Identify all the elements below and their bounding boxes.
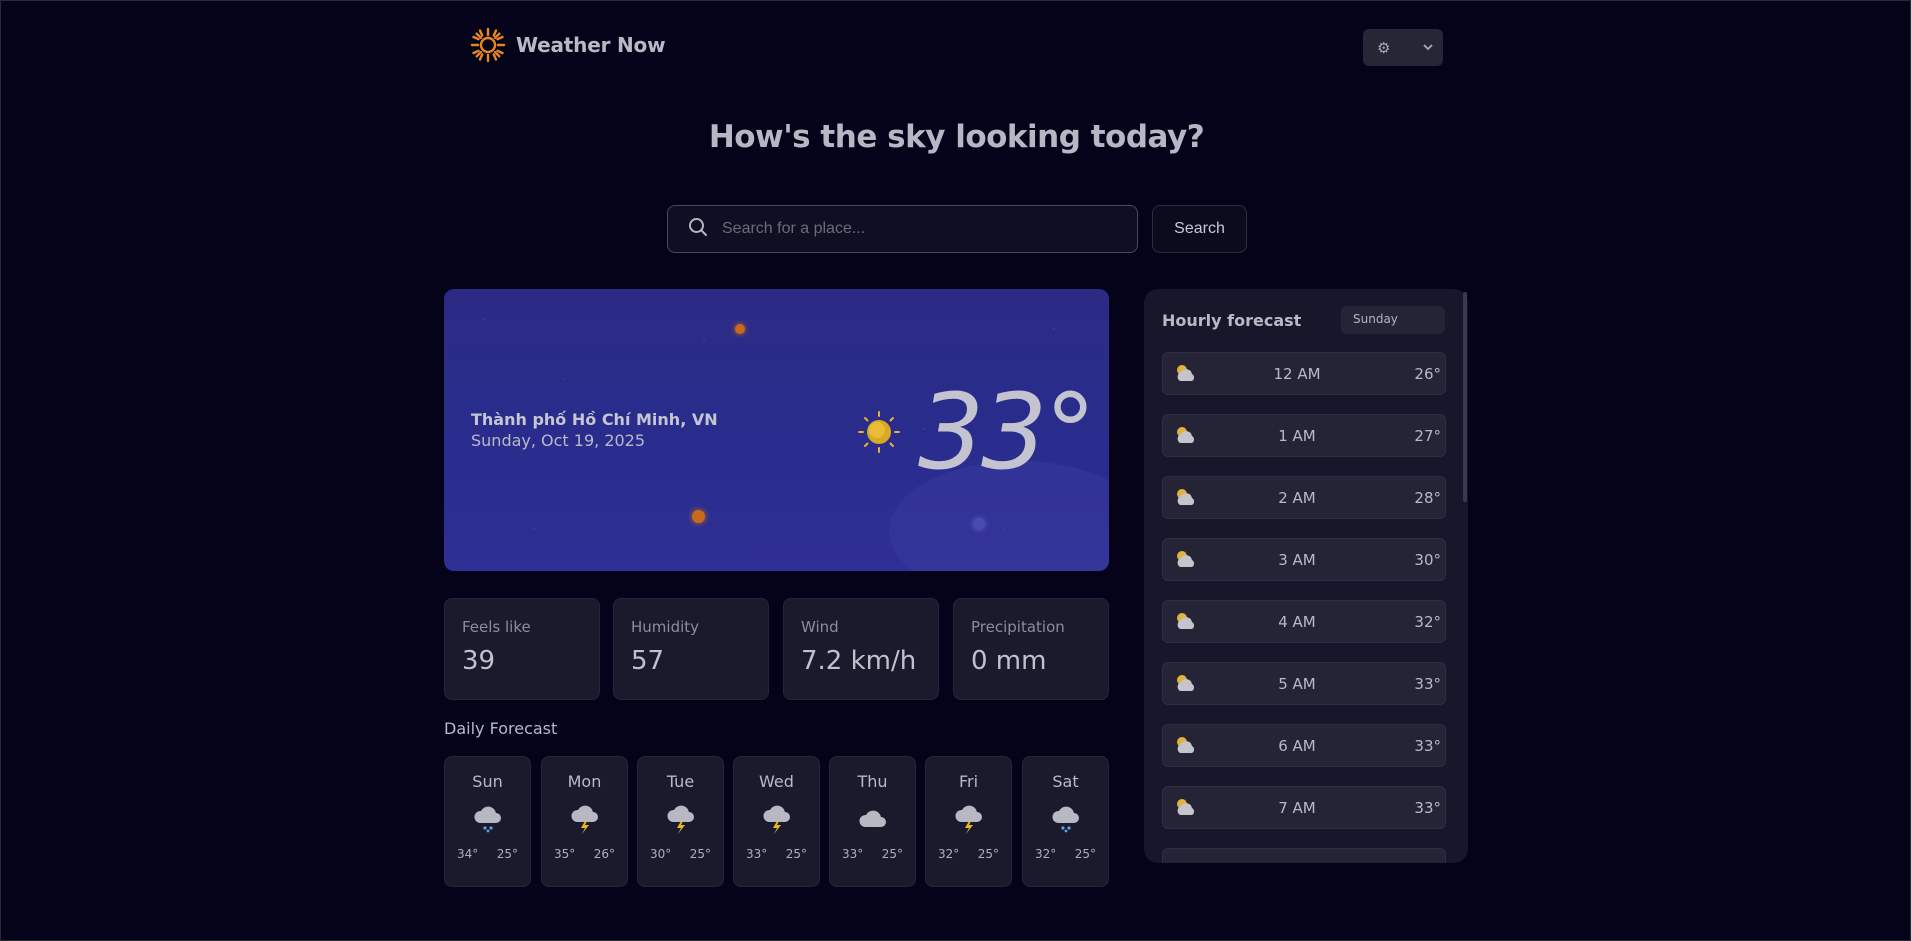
current-date: Sunday, Oct 19, 2025 bbox=[471, 431, 646, 450]
hourly-row-partial bbox=[1162, 848, 1446, 863]
day-name: Tue bbox=[666, 772, 695, 791]
day-low: 25° bbox=[881, 847, 903, 861]
metric-precipitation: Precipitation 0 mm bbox=[953, 598, 1109, 700]
hour-temp: 26° bbox=[1414, 365, 1441, 383]
metric-label: Wind bbox=[801, 618, 839, 636]
decorative-orb bbox=[735, 324, 745, 334]
day-low: 26° bbox=[593, 847, 615, 861]
location-name: Thành phố Hồ Chí Minh, VN bbox=[471, 410, 718, 429]
hour-time: 4 AM bbox=[1278, 613, 1316, 631]
day-high: 34° bbox=[457, 847, 479, 861]
hour-temp: 33° bbox=[1414, 675, 1441, 693]
day-low: 25° bbox=[689, 847, 711, 861]
cloud-icon bbox=[830, 799, 915, 839]
day-name: Sat bbox=[1052, 772, 1079, 791]
search-input[interactable] bbox=[722, 220, 1102, 238]
hour-temp: 30° bbox=[1414, 551, 1441, 569]
logo[interactable]: Weather Now bbox=[470, 27, 666, 63]
hourly-row: 3 AM 30° bbox=[1162, 538, 1446, 581]
hourly-row: 2 AM 28° bbox=[1162, 476, 1446, 519]
day-high: 33° bbox=[746, 847, 768, 861]
day-low: 25° bbox=[1074, 847, 1096, 861]
day-card-tue: Tue 30° 25° bbox=[637, 756, 724, 887]
hour-time: 7 AM bbox=[1278, 799, 1316, 817]
day-name: Sun bbox=[472, 772, 503, 791]
search-button[interactable]: Search bbox=[1152, 205, 1247, 253]
metric-label: Humidity bbox=[631, 618, 700, 636]
day-name: Wed bbox=[759, 772, 794, 791]
app-root: Weather Now ⚙ How's the sky looking toda… bbox=[1, 1, 1911, 941]
metric-value: 7.2 km/h bbox=[801, 646, 917, 676]
current-weather-card: Thành phố Hồ Chí Minh, VN Sunday, Oct 19… bbox=[444, 289, 1109, 571]
hour-temp: 32° bbox=[1414, 613, 1441, 631]
metric-humidity: Humidity 57 bbox=[613, 598, 769, 700]
hour-temp: 33° bbox=[1414, 737, 1441, 755]
hourly-row: 5 AM 33° bbox=[1162, 662, 1446, 705]
search-field[interactable] bbox=[667, 205, 1138, 253]
sun-logo-icon bbox=[470, 27, 506, 63]
hour-time: 5 AM bbox=[1278, 675, 1316, 693]
hour-time: 6 AM bbox=[1278, 737, 1316, 755]
hour-time: 1 AM bbox=[1278, 427, 1316, 445]
hourly-forecast-title: Hourly forecast bbox=[1162, 311, 1302, 330]
day-name: Mon bbox=[567, 772, 602, 791]
day-high: 35° bbox=[554, 847, 576, 861]
hour-time: 12 AM bbox=[1273, 365, 1321, 383]
hourly-row: 6 AM 33° bbox=[1162, 724, 1446, 767]
day-name: Thu bbox=[857, 772, 888, 791]
metric-label: Precipitation bbox=[971, 618, 1065, 636]
metric-value: 39 bbox=[462, 646, 496, 676]
day-high: 30° bbox=[650, 847, 672, 861]
hourly-row: 1 AM 27° bbox=[1162, 414, 1446, 457]
hourly-row: 4 AM 32° bbox=[1162, 600, 1446, 643]
day-card-mon: Mon 35° 26° bbox=[541, 756, 628, 887]
metric-value: 57 bbox=[631, 646, 665, 676]
gear-icon: ⚙ bbox=[1377, 38, 1391, 57]
day-card-wed: Wed 33° 25° bbox=[733, 756, 820, 887]
day-card-fri: Fri 32° 25° bbox=[925, 756, 1012, 887]
hour-temp: 27° bbox=[1414, 427, 1441, 445]
daily-forecast-title: Daily Forecast bbox=[444, 719, 558, 738]
page-title: How's the sky looking today? bbox=[708, 119, 1205, 155]
metric-label: Feels like bbox=[462, 618, 531, 636]
day-high: 32° bbox=[938, 847, 960, 861]
storm-icon bbox=[926, 799, 1011, 839]
hourly-scrollbar[interactable] bbox=[1463, 292, 1467, 502]
decorative-orb bbox=[973, 518, 985, 530]
hour-temp: 33° bbox=[1414, 799, 1441, 817]
units-dropdown[interactable]: ⚙ bbox=[1363, 29, 1443, 66]
sun-icon bbox=[857, 410, 901, 454]
snow-cloud-icon bbox=[445, 799, 530, 839]
hourly-row: 7 AM 33° bbox=[1162, 786, 1446, 829]
day-name: Fri bbox=[958, 772, 979, 791]
chevron-down-icon bbox=[1423, 41, 1433, 54]
app-title: Weather Now bbox=[516, 33, 666, 57]
metric-value: 0 mm bbox=[971, 646, 1047, 676]
hour-temp: 28° bbox=[1414, 489, 1441, 507]
decorative-orb bbox=[692, 510, 705, 523]
day-card-sat: Sat 32° 25° bbox=[1022, 756, 1109, 887]
day-high: 32° bbox=[1035, 847, 1057, 861]
metric-feels-like: Feels like 39 bbox=[444, 598, 600, 700]
hourly-forecast-panel[interactable]: Hourly forecast Sunday 12 AM 26° 1 AM 27… bbox=[1144, 289, 1468, 863]
day-high: 33° bbox=[842, 847, 864, 861]
day-card-thu: Thu 33° 25° bbox=[829, 756, 916, 887]
day-select-dropdown[interactable]: Sunday bbox=[1341, 306, 1445, 334]
day-low: 25° bbox=[496, 847, 518, 861]
snow-cloud-icon bbox=[1023, 799, 1108, 839]
day-low: 25° bbox=[785, 847, 807, 861]
day-card-sun: Sun 34° 25° bbox=[444, 756, 531, 887]
hour-time: 2 AM bbox=[1278, 489, 1316, 507]
storm-icon bbox=[542, 799, 627, 839]
metric-wind: Wind 7.2 km/h bbox=[783, 598, 939, 700]
storm-icon bbox=[638, 799, 723, 839]
current-temperature: 33° bbox=[918, 371, 1096, 493]
storm-icon bbox=[734, 799, 819, 839]
hour-time: 3 AM bbox=[1278, 551, 1316, 569]
day-low: 25° bbox=[977, 847, 999, 861]
search-icon bbox=[688, 217, 708, 241]
hourly-row: 12 AM 26° bbox=[1162, 352, 1446, 395]
